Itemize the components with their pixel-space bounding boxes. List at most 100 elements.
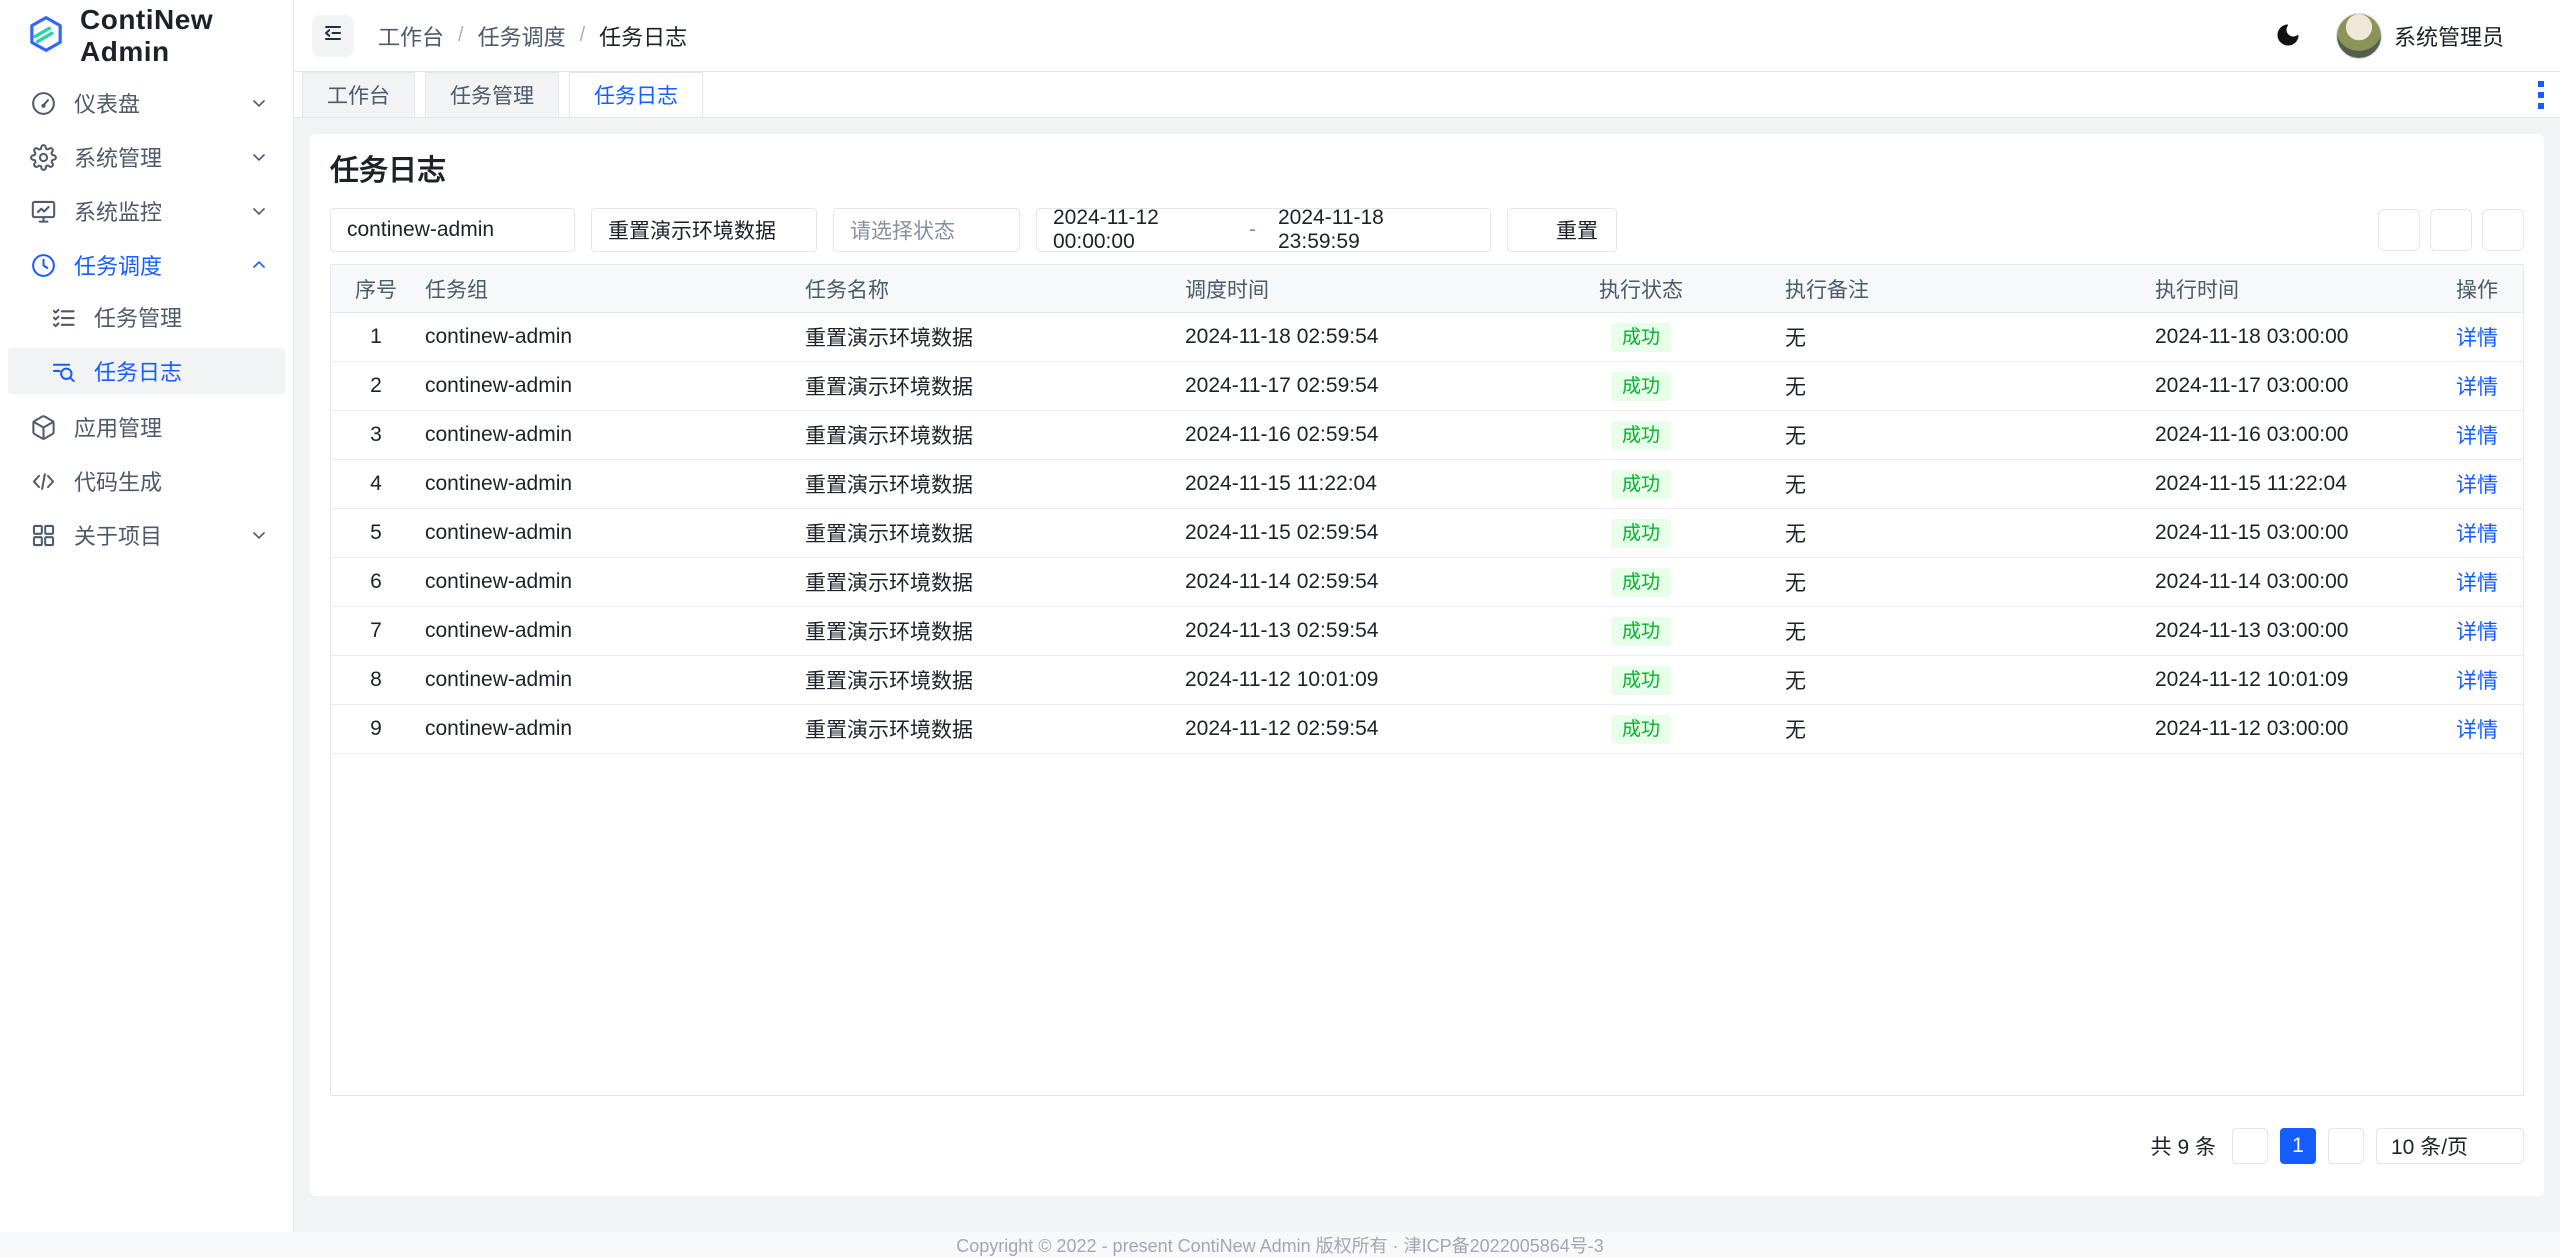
tabbar: 工作台 任务管理 任务日志 [294,72,2560,118]
cell-task-name: 重置演示环境数据 [801,371,1181,401]
task-name-input[interactable]: 重置演示环境数据 [591,208,817,252]
settings-gear-icon[interactable] [2092,22,2119,49]
pagination: 共 9 条 1 10 条/页 [330,1128,2524,1164]
sidebar-item-task-scheduling[interactable]: 任务调度 [8,240,285,290]
detail-link[interactable]: 详情 [2456,474,2498,497]
table-row: 1 continew-admin 重置演示环境数据 2024-11-18 02:… [331,313,2523,362]
cell-exec-time: 2024-11-15 03:00:00 [2151,521,2431,545]
detail-link[interactable]: 详情 [2456,523,2498,546]
cell-index: 9 [331,717,421,741]
column-header: 操作 [2431,274,2523,304]
fullscreen-icon [2492,219,2514,241]
refresh-table-button[interactable] [2378,209,2420,251]
tab-task-management[interactable]: 任务管理 [425,72,559,117]
reset-button[interactable]: 重置 [1507,208,1617,252]
code-icon [30,468,57,495]
list-check-icon [50,304,77,331]
date-separator: - [1249,218,1256,242]
cell-status: 成功 [1501,372,1781,401]
detail-link[interactable]: 详情 [2456,425,2498,448]
sidebar-collapse-button[interactable] [312,15,354,57]
sidebar-item-code-generation[interactable]: 代码生成 [8,456,285,506]
page-size-select[interactable]: 10 条/页 [2376,1128,2524,1164]
cell-index: 3 [331,423,421,447]
breadcrumb-item[interactable]: 任务调度 [478,20,566,52]
sidebar-item-system-monitor[interactable]: 系统监控 [8,186,285,236]
cell-index: 8 [331,668,421,692]
task-log-table: 序号 任务组 任务名称 调度时间 执行状态 执行备注 执行时间 操作 1 con… [330,264,2524,1096]
pagination-next-button[interactable] [2328,1128,2364,1164]
notification-bell-icon[interactable] [2153,22,2180,49]
chevron-down-icon [2516,27,2534,45]
breadcrumb-item[interactable]: 工作台 [378,20,444,52]
status-badge: 成功 [1611,715,1671,744]
status-select[interactable]: 请选择状态 [833,208,1020,252]
table-toolbar [2378,209,2524,251]
detail-link[interactable]: 详情 [2456,376,2498,399]
dark-mode-moon-icon[interactable] [2275,22,2302,49]
cell-status: 成功 [1501,323,1781,352]
pagination-total: 共 9 条 [2151,1131,2216,1161]
cell-schedule-time: 2024-11-18 02:59:54 [1181,325,1501,349]
tab-task-log[interactable]: 任务日志 [569,72,703,117]
detail-link[interactable]: 详情 [2456,719,2498,742]
table-row: 8 continew-admin 重置演示环境数据 2024-11-12 10:… [331,656,2523,705]
tab-workbench[interactable]: 工作台 [302,72,415,117]
sidebar-item-task-management[interactable]: 任务管理 [8,294,285,340]
tab-actions-ellipsis-icon[interactable] [2538,72,2544,117]
sidebar-item-system-management[interactable]: 系统管理 [8,132,285,182]
cell-exec-time: 2024-11-18 03:00:00 [2151,325,2431,349]
chevron-down-icon [249,147,269,167]
detail-link[interactable]: 详情 [2456,572,2498,595]
topbar: 工作台 / 任务调度 / 任务日志 [294,0,2560,72]
page-title: 任务日志 [330,154,2524,188]
cell-status: 成功 [1501,617,1781,646]
table-row: 2 continew-admin 重置演示环境数据 2024-11-17 02:… [331,362,2523,411]
calendar-icon [1452,219,1474,241]
cell-exec-time: 2024-11-12 10:01:09 [2151,668,2431,692]
cell-index: 5 [331,521,421,545]
sidebar-item-app-management[interactable]: 应用管理 [8,402,285,452]
task-group-select[interactable]: continew-admin [330,208,575,252]
clock-icon [30,252,57,279]
brand[interactable]: ContiNew Admin [0,0,293,72]
chevron-down-icon [249,201,269,221]
cell-note: 无 [1781,420,2151,450]
status-badge: 成功 [1611,470,1671,499]
fullscreen-table-button[interactable] [2482,209,2524,251]
detail-link[interactable]: 详情 [2456,327,2498,350]
detail-link[interactable]: 详情 [2456,670,2498,693]
column-settings-button[interactable] [2430,209,2472,251]
task-group-value: continew-admin [347,218,494,242]
cell-schedule-time: 2024-11-15 02:59:54 [1181,521,1501,545]
breadcrumb-separator: / [458,24,464,47]
pagination-page-1[interactable]: 1 [2280,1128,2316,1164]
status-badge: 成功 [1611,519,1671,548]
cell-index: 2 [331,374,421,398]
status-placeholder: 请选择状态 [850,215,955,245]
table-row: 5 continew-admin 重置演示环境数据 2024-11-15 02:… [331,509,2523,558]
table-row: 9 continew-admin 重置演示环境数据 2024-11-12 02:… [331,705,2523,754]
status-badge: 成功 [1611,568,1671,597]
cell-status: 成功 [1501,715,1781,744]
tab-label: 任务日志 [594,80,678,110]
cell-exec-time: 2024-11-17 03:00:00 [2151,374,2431,398]
sidebar-item-task-log[interactable]: 任务日志 [8,348,285,394]
detail-link[interactable]: 详情 [2456,621,2498,644]
cube-icon [30,414,57,441]
sidebar-item-about-project[interactable]: 关于项目 [8,510,285,560]
column-header: 执行状态 [1501,274,1781,304]
fullscreen-icon[interactable] [2214,22,2241,49]
pagination-prev-button[interactable] [2232,1128,2268,1164]
chevron-down-icon [542,222,558,238]
user-menu[interactable]: 系统管理员 [2336,13,2534,59]
status-badge: 成功 [1611,323,1671,352]
cell-task-group: continew-admin [421,521,801,545]
cell-note: 无 [1781,665,2151,695]
cell-task-group: continew-admin [421,668,801,692]
date-range-picker[interactable]: 2024-11-12 00:00:00 - 2024-11-18 23:59:5… [1036,208,1491,252]
cell-action: 详情 [2431,714,2523,744]
table-row: 4 continew-admin 重置演示环境数据 2024-11-15 11:… [331,460,2523,509]
content-area: 任务日志 continew-admin 重置演示环境数据 请选择状态 [294,118,2560,1232]
sidebar-item-dashboard[interactable]: 仪表盘 [8,78,285,128]
